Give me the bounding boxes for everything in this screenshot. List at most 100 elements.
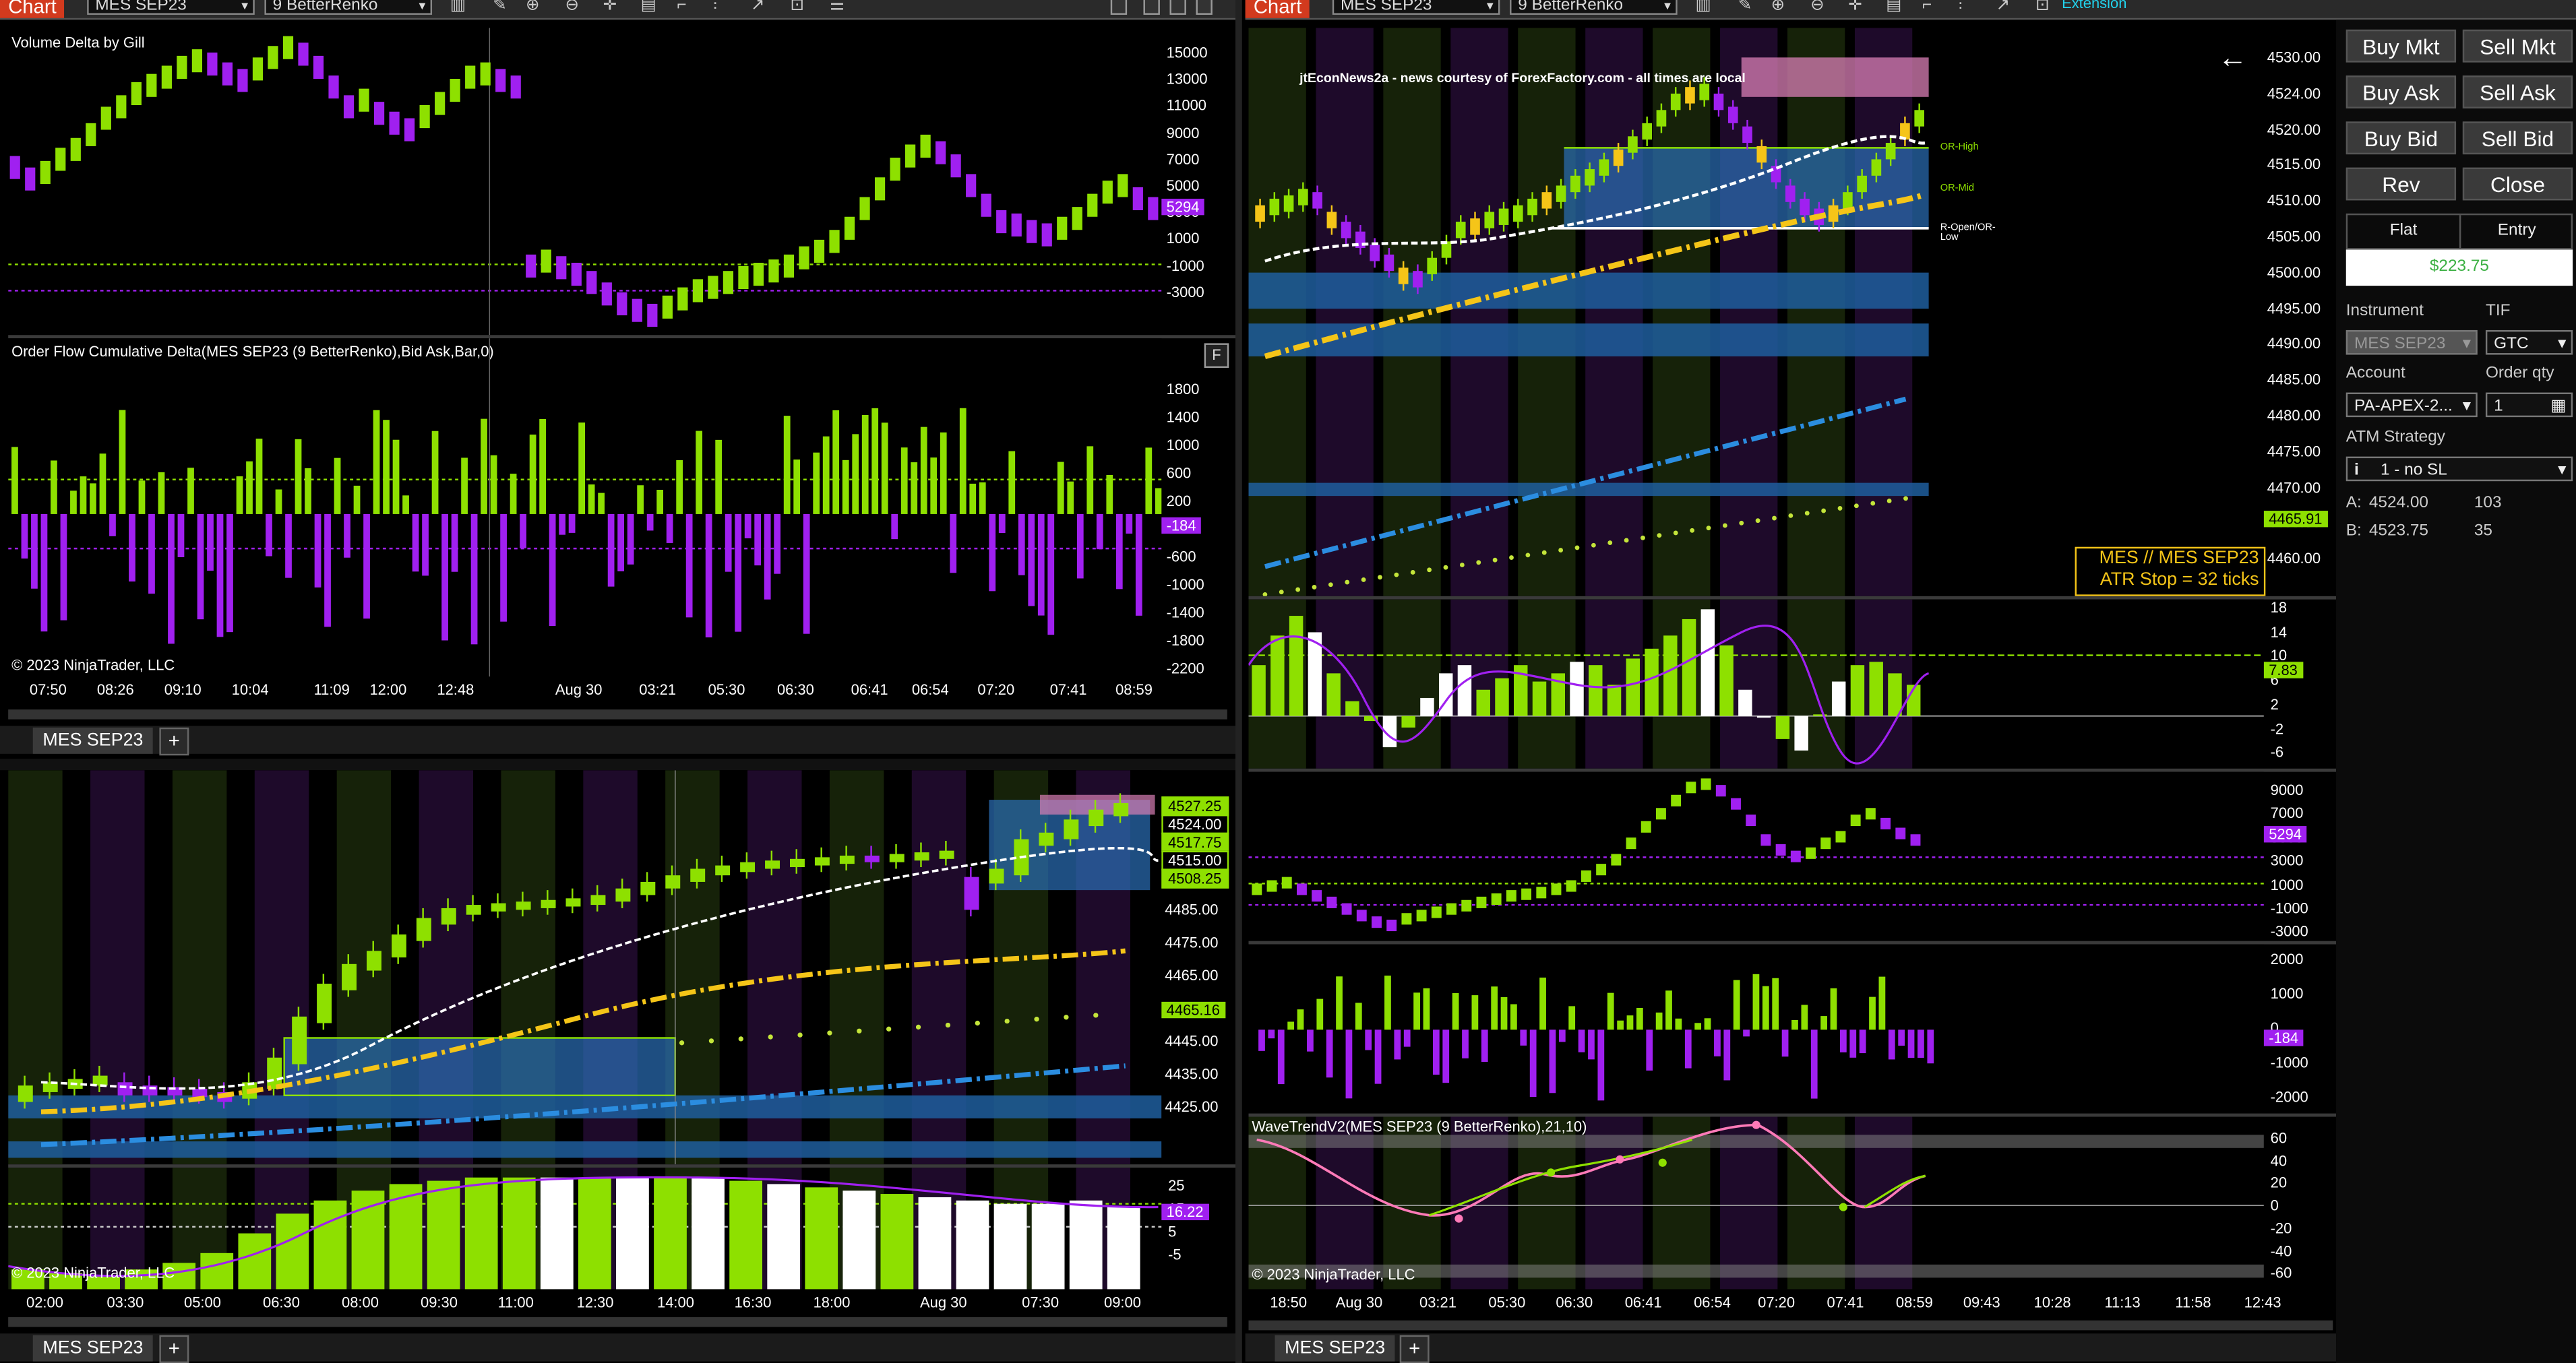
delta-bar-negative xyxy=(1529,1029,1537,1097)
down-brick xyxy=(1326,896,1337,908)
delta-bar-positive xyxy=(588,484,595,514)
volume-delta-panel-right[interactable] xyxy=(1248,771,2264,941)
buy-market-button[interactable]: Buy Mkt xyxy=(2345,29,2457,63)
session-column xyxy=(1316,599,1374,769)
cumulative-delta-value-tag: -184 xyxy=(1161,517,1201,534)
delta-bar-negative xyxy=(1840,1029,1847,1052)
candle-down xyxy=(117,1082,133,1096)
sell-market-button[interactable]: Sell Mkt xyxy=(2462,29,2573,63)
close-button[interactable]: Close xyxy=(2462,167,2573,201)
window-divider[interactable] xyxy=(1235,0,1242,1363)
dotted-ema-point xyxy=(679,1040,685,1046)
buy-ask-button[interactable]: Buy Ask xyxy=(2345,75,2457,108)
window-restore-icon[interactable] xyxy=(1110,0,1128,15)
sell-bid-button[interactable]: Sell Bid xyxy=(2462,121,2573,155)
zoom-out-icon[interactable]: ⊖ xyxy=(1810,0,1824,15)
quantity-stepper[interactable]: 1 ▦ xyxy=(2485,392,2573,419)
tab-mes-sep23[interactable]: MES SEP23 xyxy=(32,1335,154,1362)
up-brick xyxy=(692,279,703,303)
snapshot-icon[interactable]: ⊡ xyxy=(2035,0,2049,15)
oscillator-panel-right[interactable] xyxy=(1248,599,2264,769)
delta-bar-negative xyxy=(744,513,752,538)
zoom-in-icon[interactable]: ⊕ xyxy=(1771,0,1785,15)
cumulative-delta-panel-right[interactable] xyxy=(1248,944,2264,1114)
sell-ask-button[interactable]: Sell Ask xyxy=(2462,75,2573,108)
y-tick-label: 200 xyxy=(1166,493,1192,509)
down-brick xyxy=(222,62,233,86)
add-tab-button[interactable]: + xyxy=(1399,1335,1430,1363)
add-tab-button[interactable]: + xyxy=(159,1335,189,1363)
horizontal-scrollbar[interactable] xyxy=(8,709,1227,720)
dotted-ema-point xyxy=(857,1028,862,1034)
volume-delta-panel[interactable]: Volume Delta by Gill xyxy=(8,28,1162,336)
instrument-selector[interactable]: MES SEP23 ▾ xyxy=(87,0,255,15)
tab-mes-sep23[interactable]: MES SEP23 xyxy=(32,727,154,754)
data-box-icon[interactable]: ▤ xyxy=(641,0,656,15)
right-chart-title[interactable]: Chart xyxy=(1245,0,1310,18)
candle-up xyxy=(1269,198,1280,216)
histogram-bar xyxy=(842,1191,876,1290)
cumulative-delta-panel[interactable]: Order Flow Cumulative Delta(MES SEP23 (9… xyxy=(8,338,1162,677)
delta-bar-negative xyxy=(666,513,673,543)
price-panel-right[interactable]: jtEconNews2a - news courtesy of ForexFac… xyxy=(1248,28,2266,596)
histogram-bar xyxy=(1831,681,1846,716)
price-panel-left[interactable] xyxy=(8,770,1162,1165)
delta-bar-negative xyxy=(1307,1029,1314,1052)
candle-down xyxy=(1341,222,1351,239)
arrow-left-icon[interactable]: ← xyxy=(2218,41,2248,75)
up-brick xyxy=(191,49,203,73)
y-tick-label: 4530.00 xyxy=(2267,49,2321,66)
calculator-icon[interactable]: ▦ xyxy=(2550,394,2566,419)
strategy-icon[interactable]: ⫶ xyxy=(1959,0,1963,15)
y-tick-label: 4465.00 xyxy=(1165,967,1219,984)
account-select[interactable]: PA-APEX-2... ▾ xyxy=(2345,392,2478,418)
reverse-button[interactable]: Rev xyxy=(2345,167,2457,201)
dotted-ema-point xyxy=(1690,528,1695,533)
horizontal-scrollbar[interactable] xyxy=(8,1317,1227,1327)
session-column xyxy=(1248,28,1306,596)
pencil-icon[interactable]: ✎ xyxy=(1738,0,1752,15)
candle-up xyxy=(1427,257,1438,275)
snapshot-icon[interactable]: ⊡ xyxy=(790,0,803,15)
zoom-out-icon[interactable]: ⊖ xyxy=(565,0,579,15)
bars-icon[interactable]: ▥ xyxy=(1696,0,1711,15)
bars-icon[interactable]: ▥ xyxy=(450,0,466,15)
data-box-icon[interactable]: ▤ xyxy=(1886,0,1901,15)
tif-select[interactable]: GTC ▾ xyxy=(2485,329,2573,355)
indicator-icon[interactable]: ⌐ xyxy=(677,0,686,15)
candle-up xyxy=(1298,189,1308,205)
instrument-field[interactable]: MES SEP23 ▾ xyxy=(2345,329,2478,355)
delta-bar-positive xyxy=(158,472,165,514)
window-close-icon[interactable] xyxy=(1196,0,1213,15)
tab-mes-sep23[interactable]: MES SEP23 xyxy=(1275,1335,1395,1362)
atm-strategy-select[interactable]: i 1 - no SL ▾ xyxy=(2345,456,2573,483)
y-tick-label: -2200 xyxy=(1166,660,1204,677)
extension-label[interactable]: Extension xyxy=(2062,0,2126,11)
window-maximize-icon[interactable] xyxy=(1169,0,1186,15)
delta-bar-positive xyxy=(392,439,400,514)
horizontal-scrollbar[interactable] xyxy=(1248,1320,2333,1331)
crosshair-icon[interactable]: ✛ xyxy=(603,0,617,15)
bartype-selector[interactable]: 9 BetterRenko ▾ xyxy=(1510,0,1678,15)
pencil-icon[interactable]: ✎ xyxy=(493,0,506,15)
draw-tools-icon[interactable]: ↗ xyxy=(751,0,764,15)
zoom-in-icon[interactable]: ⊕ xyxy=(526,0,539,15)
oscillator-panel-left[interactable]: © 2023 NinjaTrader, LLC xyxy=(8,1168,1162,1290)
strategy-icon[interactable]: ⫶ xyxy=(713,0,717,15)
draw-tools-icon[interactable]: ↗ xyxy=(1996,0,2010,15)
instrument-selector[interactable]: MES SEP23 ▾ xyxy=(1332,0,1500,15)
add-tab-button[interactable]: + xyxy=(159,727,189,756)
down-brick xyxy=(1372,916,1382,928)
list-icon[interactable]: ☰ xyxy=(830,0,845,15)
info-icon[interactable]: i xyxy=(2354,458,2359,483)
indicator-icon[interactable]: ⌐ xyxy=(1922,0,1932,15)
up-brick xyxy=(1700,778,1711,790)
bartype-selector[interactable]: 9 BetterRenko ▾ xyxy=(264,0,433,15)
down-brick xyxy=(601,282,612,306)
window-minimize-icon[interactable] xyxy=(1143,0,1160,15)
wavetrend-panel[interactable]: WaveTrendV2(MES SEP23 (9 BetterRenko),21… xyxy=(1248,1116,2264,1290)
crosshair-icon[interactable]: ✛ xyxy=(1848,0,1862,15)
f-button[interactable]: F xyxy=(1204,343,1229,368)
buy-bid-button[interactable]: Buy Bid xyxy=(2345,121,2457,155)
left-chart-title[interactable]: Chart xyxy=(0,0,65,18)
